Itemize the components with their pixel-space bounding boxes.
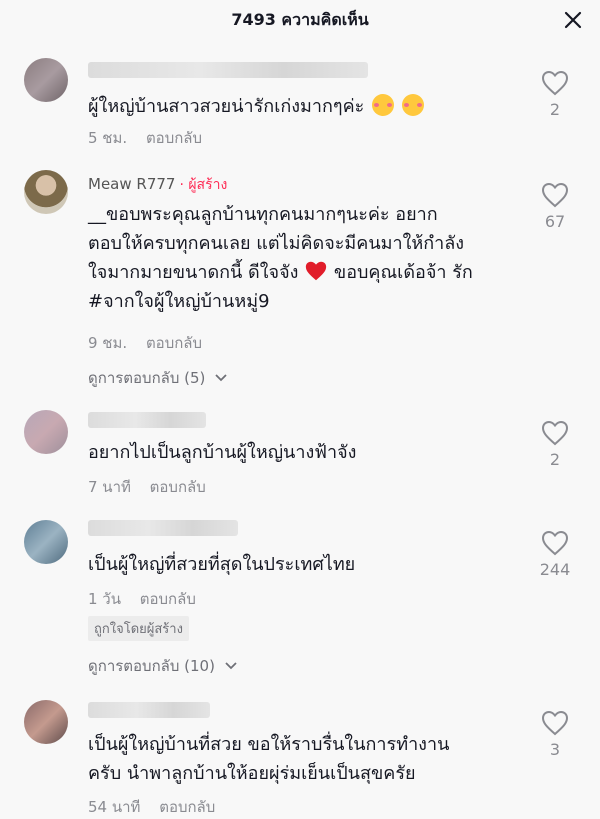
like-button[interactable]: 2 <box>532 70 578 119</box>
comments-header: 7493 ความคิดเห็น <box>0 0 600 40</box>
timestamp: 1 วัน <box>88 590 121 608</box>
like-count: 244 <box>539 560 571 579</box>
like-count: 2 <box>549 450 561 469</box>
comment-text: เป็นผู้ใหญ่ที่สวยที่สุดในประเทศไทย <box>88 554 356 575</box>
reply-button[interactable]: ตอบกลับ <box>159 798 215 816</box>
timestamp: 54 นาที <box>88 798 141 816</box>
reply-button[interactable]: ตอบกลับ <box>146 334 202 352</box>
chevron-down-icon <box>225 662 237 670</box>
view-replies-button[interactable]: ดูการตอบกลับ (5) <box>88 366 228 390</box>
timestamp: 9 ชม. <box>88 334 128 352</box>
avatar[interactable] <box>24 58 68 102</box>
heart-outline-icon <box>541 530 569 556</box>
comment-meta: 5 ชม. ตอบกลับ <box>88 126 202 150</box>
liked-by-creator-badge: ถูกใจโดยผู้สร้าง <box>88 616 189 641</box>
comment-text: ผู้ใหญ่บ้านสาวสวยน่ารักเก่งมากๆค่ะ <box>88 92 528 121</box>
view-replies-button[interactable]: ดูการตอบกลับ (10) <box>88 654 238 678</box>
like-button[interactable]: 244 <box>532 530 578 579</box>
timestamp: 5 ชม. <box>88 129 128 147</box>
heart-outline-icon <box>541 420 569 446</box>
comments-title: 7493 ความคิดเห็น <box>231 10 369 29</box>
reply-button[interactable]: ตอบกลับ <box>146 129 202 147</box>
smiling-face-with-hearts-icon <box>401 94 424 116</box>
comment-text: อยากไปเป็นลูกบ้านผู้ใหญ่นางฟ้าจัง <box>88 442 357 463</box>
like-button[interactable]: 67 <box>532 182 578 231</box>
close-icon[interactable] <box>564 11 582 29</box>
avatar[interactable] <box>24 520 68 564</box>
creator-badge: · ผู้สร้าง <box>179 177 228 193</box>
avatar[interactable] <box>24 700 68 744</box>
username[interactable] <box>88 412 206 428</box>
like-count: 2 <box>549 100 561 119</box>
timestamp: 7 นาที <box>88 478 131 496</box>
like-count: 67 <box>544 212 566 231</box>
username[interactable] <box>88 62 368 78</box>
red-heart-icon <box>306 261 327 281</box>
avatar[interactable] <box>24 410 68 454</box>
reply-button[interactable]: ตอบกลับ <box>150 478 206 496</box>
username[interactable] <box>88 520 238 536</box>
reply-button[interactable]: ตอบกลับ <box>140 590 196 608</box>
username[interactable] <box>88 702 210 718</box>
comment-text: __ขอบพระคุณลูกบ้านทุกคนมากๆนะค่ะ อยาก ตอ… <box>88 204 473 312</box>
comment-meta: 9 ชม. ตอบกลับ <box>88 331 202 355</box>
heart-outline-icon <box>541 182 569 208</box>
comment-text: เป็นผู้ใหญ่บ้านที่สวย ขอให้ราบรื่นในการท… <box>88 734 450 784</box>
creator-name-row: Meaw R777 · ผู้สร้าง <box>88 174 227 196</box>
chevron-down-icon <box>215 374 227 382</box>
comment-meta: 7 นาที ตอบกลับ <box>88 475 206 499</box>
username[interactable]: Meaw R777 <box>88 175 175 193</box>
heart-outline-icon <box>541 710 569 736</box>
comment-meta: 1 วัน ตอบกลับ <box>88 587 196 611</box>
comment-meta: 54 นาที ตอบกลับ <box>88 795 215 819</box>
like-count: 3 <box>549 740 561 759</box>
smiling-face-with-hearts-icon <box>372 94 395 116</box>
like-button[interactable]: 2 <box>532 420 578 469</box>
avatar[interactable] <box>24 170 68 214</box>
heart-outline-icon <box>541 70 569 96</box>
like-button[interactable]: 3 <box>532 710 578 759</box>
